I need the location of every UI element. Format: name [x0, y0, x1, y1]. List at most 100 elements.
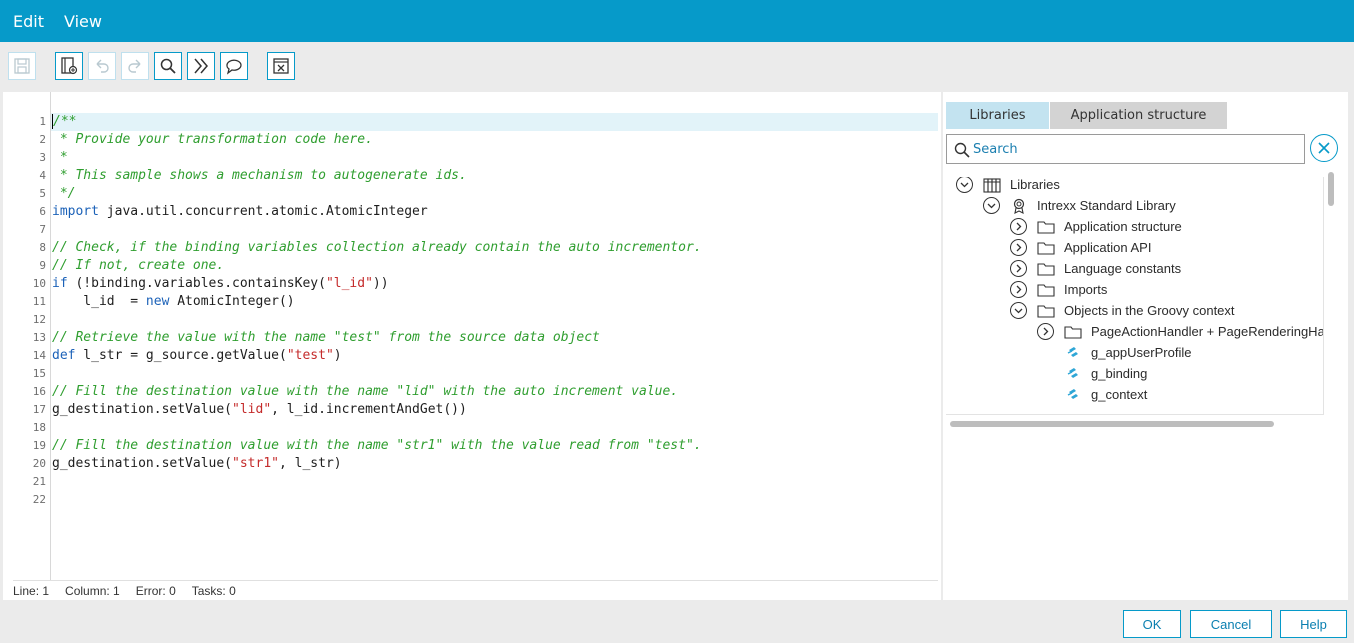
code-line[interactable]: 13 // Retrieve the value with the name "t… [3, 329, 938, 347]
goto-button[interactable] [187, 52, 215, 80]
code-line[interactable]: 18 [3, 419, 938, 437]
code-line[interactable]: 22 [3, 491, 938, 509]
code-line[interactable]: 12 [3, 311, 938, 329]
code-line[interactable]: 6 import java.util.concurrent.atomic.Atom… [3, 203, 938, 221]
status-line: Line: 1 [13, 583, 50, 598]
code-token: AtomicInteger() [169, 294, 295, 309]
search-icon [160, 58, 176, 74]
expand-toggle-icon[interactable] [1037, 323, 1054, 340]
cancel-button[interactable]: Cancel [1190, 610, 1272, 638]
code-editor[interactable]: 1 /** 2 * Provide your transformation code… [3, 92, 941, 600]
clear-search-button[interactable] [1310, 134, 1338, 162]
undo-button[interactable] [88, 52, 116, 80]
tree-item[interactable]: g_context [1064, 384, 1147, 405]
redo-button[interactable] [121, 52, 149, 80]
side-tabs: Libraries Application structure [946, 102, 1228, 129]
code-line[interactable]: 17 g_destination.setValue("lid", l_id.inc… [3, 401, 938, 419]
folder-icon [1037, 261, 1055, 277]
line-number: 16 [32, 385, 46, 398]
double-chevron-right-icon [194, 58, 208, 74]
tree-item[interactable]: Language constants [1010, 258, 1181, 279]
expand-toggle-icon[interactable] [1010, 239, 1027, 256]
collapse-toggle-icon[interactable] [1010, 302, 1027, 319]
tree-item[interactable]: Application API [1010, 237, 1151, 258]
line-number: 13 [32, 331, 46, 344]
code-line[interactable]: 20 g_destination.setValue("str1", l_str) [3, 455, 938, 473]
close-box-icon [273, 58, 289, 74]
tree-horizontal-scrollbar[interactable] [950, 421, 1274, 427]
code-line[interactable]: 10 if (!binding.variables.containsKey("l_… [3, 275, 938, 293]
code-line[interactable]: 14 def l_str = g_source.getValue("test") [3, 347, 938, 365]
code-token: g_destination.setValue( [52, 402, 233, 417]
code-token: "str1" [232, 456, 279, 471]
code-line[interactable]: 11 l_id = new AtomicInteger() [3, 293, 938, 311]
code-token: import [52, 204, 99, 219]
tree-item[interactable]: Objects in the Groovy context [1010, 300, 1235, 321]
expand-toggle-icon[interactable] [1010, 281, 1027, 298]
status-error: Error: 0 [135, 583, 176, 598]
library-tree: Libraries Intrexx Standard Library Applica… [946, 177, 1324, 415]
code-line[interactable]: 15 [3, 365, 938, 383]
tab-libraries[interactable]: Libraries [946, 102, 1049, 129]
tree-item[interactable]: g_binding [1064, 363, 1147, 384]
comment-button[interactable] [220, 52, 248, 80]
tree-item[interactable]: g_appUserProfile [1064, 342, 1191, 363]
tree-item-label: g_binding [1091, 366, 1148, 381]
folder-icon [1037, 219, 1055, 235]
code-text: l_id = new AtomicInteger() [52, 293, 295, 311]
code-token: java.util.concurrent.atomic.AtomicIntege… [98, 204, 428, 219]
line-number: 19 [32, 439, 46, 452]
menu-edit[interactable]: Edit [13, 12, 44, 31]
close-editor-button[interactable] [267, 52, 295, 80]
code-line[interactable]: 5 */ [3, 185, 938, 203]
tree-item-label: g_appUserProfile [1091, 345, 1192, 360]
code-line[interactable]: 16 // Fill the destination value with the… [3, 383, 938, 401]
code-text: // Check, if the binding variables colle… [52, 239, 702, 257]
code-token: "test" [286, 348, 334, 363]
ok-button[interactable]: OK [1123, 610, 1181, 638]
code-line[interactable]: 2 * Provide your transformation code her… [3, 131, 938, 149]
tab-application-structure[interactable]: Application structure [1050, 102, 1227, 129]
code-token: * [52, 150, 68, 165]
collapse-toggle-icon[interactable] [956, 177, 973, 193]
tree-item[interactable]: Intrexx Standard Library [983, 195, 1176, 216]
menu-view[interactable]: View [64, 12, 102, 31]
code-line[interactable]: 9 // If not, create one. [3, 257, 938, 275]
code-line[interactable]: 1 /** [39, 113, 938, 131]
menu-bar: Edit View [0, 0, 1354, 42]
code-token: g_destination.setValue( [52, 456, 233, 471]
code-line[interactable]: 19 // Fill the destination value with the… [3, 437, 938, 455]
tree-item-label: Imports [1064, 282, 1108, 297]
line-number: 3 [39, 151, 46, 164]
code-lines[interactable]: 1 /** 2 * Provide your transformation code… [3, 113, 938, 509]
search-input[interactable] [973, 139, 1293, 159]
side-panel: Libraries Application structure Librarie… [943, 92, 1348, 600]
line-number: 7 [39, 223, 46, 236]
expand-toggle-icon[interactable] [1010, 260, 1027, 277]
expand-toggle-icon[interactable] [1010, 218, 1027, 235]
code-token: (!binding.variables.containsKey( [67, 276, 326, 291]
template-button[interactable] [55, 52, 83, 80]
find-button[interactable] [154, 52, 182, 80]
tree-item[interactable]: Libraries [956, 177, 1060, 195]
collapse-toggle-icon[interactable] [983, 197, 1000, 214]
tree-item[interactable]: Application structure [1010, 216, 1182, 237]
tree-item-label: Intrexx Standard Library [1037, 198, 1176, 213]
code-token: /** [53, 114, 77, 129]
code-line[interactable]: 7 [3, 221, 938, 239]
code-token: // If not, create one. [52, 258, 225, 273]
code-text: import java.util.concurrent.atomic.Atomi… [52, 203, 428, 221]
save-button[interactable] [8, 52, 36, 80]
help-button[interactable]: Help [1280, 610, 1347, 638]
code-token: // Check, if the binding variables colle… [52, 240, 702, 255]
search-icon [954, 142, 970, 158]
tree-item[interactable]: Imports [1010, 279, 1107, 300]
tree-item-label: PageActionHandler + PageRenderingHa [1091, 324, 1324, 339]
tree-vertical-scrollbar[interactable] [1328, 172, 1334, 206]
code-line[interactable]: 3 * [3, 149, 938, 167]
code-line[interactable]: 8 // Check, if the binding variables coll… [3, 239, 938, 257]
code-line[interactable]: 21 [3, 473, 938, 491]
code-line[interactable]: 4 * This sample shows a mechanism to aut… [3, 167, 938, 185]
speech-bubble-icon [226, 59, 242, 75]
tree-item[interactable]: PageActionHandler + PageRenderingHa [1037, 321, 1324, 342]
